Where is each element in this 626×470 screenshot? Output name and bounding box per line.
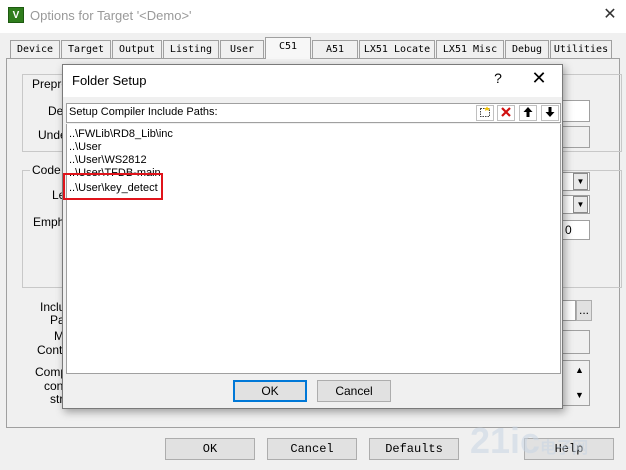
control-label: con	[44, 379, 64, 393]
code-optimization-group-label: Code	[30, 163, 63, 177]
include-paths-list[interactable]: ..\FWLib\RD8_Lib\inc ..\User ..\User\WS2…	[66, 124, 561, 374]
undefine-input[interactable]	[560, 126, 590, 148]
emphasis-value: 0	[565, 223, 572, 237]
tab-output[interactable]: Output	[112, 40, 162, 58]
tab-lx51-misc[interactable]: LX51 Misc	[436, 40, 504, 58]
ok-button[interactable]: OK	[165, 438, 255, 460]
scroll-down-icon[interactable]: ▼	[575, 390, 584, 400]
dialog-title-bar: Folder Setup ? ✕	[63, 65, 562, 97]
folder-setup-dialog: Folder Setup ? ✕ Setup Compiler Include …	[62, 64, 563, 409]
window-title: Options for Target '<Demo>'	[30, 8, 192, 23]
watermark-brand: 21ic	[470, 420, 541, 461]
emphasis-value-input[interactable]: 0	[560, 220, 590, 240]
highlight-annotation	[63, 173, 163, 200]
include-paths-header: Setup Compiler Include Paths:	[66, 103, 561, 123]
dialog-title: Folder Setup	[72, 73, 147, 88]
tab-a51[interactable]: A51	[312, 40, 358, 58]
dialog-cancel-button[interactable]: Cancel	[317, 380, 391, 402]
list-item[interactable]: ..\User	[69, 141, 101, 153]
list-item[interactable]: ..\FWLib\RD8_Lib\inc	[69, 128, 173, 140]
include-paths-browse-button[interactable]: ...	[576, 300, 592, 321]
tab-device[interactable]: Device	[10, 40, 60, 58]
move-up-icon[interactable]	[519, 105, 537, 121]
tab-lx51-locate[interactable]: LX51 Locate	[359, 40, 435, 58]
tab-c51[interactable]: C51	[265, 37, 311, 59]
dialog-ok-button[interactable]: OK	[233, 380, 307, 402]
list-item[interactable]: ..\User\WS2812	[69, 154, 147, 166]
cancel-button[interactable]: Cancel	[267, 438, 357, 460]
window-title-bar: V Options for Target '<Demo>' ✕	[0, 0, 626, 33]
tab-utilities[interactable]: Utilities	[550, 40, 612, 58]
new-folder-icon[interactable]	[476, 105, 494, 121]
watermark-logo: 21ic电子网	[470, 420, 620, 465]
watermark-cn: 电子网	[540, 440, 589, 457]
define-input[interactable]	[560, 100, 590, 122]
emphasis-dropdown-icon[interactable]: ▼	[573, 196, 588, 213]
level-dropdown-icon[interactable]: ▼	[573, 173, 588, 190]
dialog-help-button[interactable]: ?	[488, 70, 508, 86]
tab-listing[interactable]: Listing	[163, 40, 219, 58]
tab-target[interactable]: Target	[61, 40, 111, 58]
tab-debug[interactable]: Debug	[505, 40, 549, 58]
delete-icon[interactable]	[497, 105, 515, 121]
misc-controls-input[interactable]	[560, 330, 590, 354]
move-down-icon[interactable]	[541, 105, 559, 121]
defaults-button[interactable]: Defaults	[369, 438, 459, 460]
window-close-button[interactable]: ✕	[600, 5, 620, 25]
tab-user[interactable]: User	[220, 40, 264, 58]
include-paths-header-label: Setup Compiler Include Paths:	[69, 106, 218, 118]
dialog-close-button[interactable]: ✕	[528, 68, 550, 89]
keil-app-icon: V	[8, 7, 24, 23]
scroll-up-icon[interactable]: ▲	[575, 365, 584, 375]
